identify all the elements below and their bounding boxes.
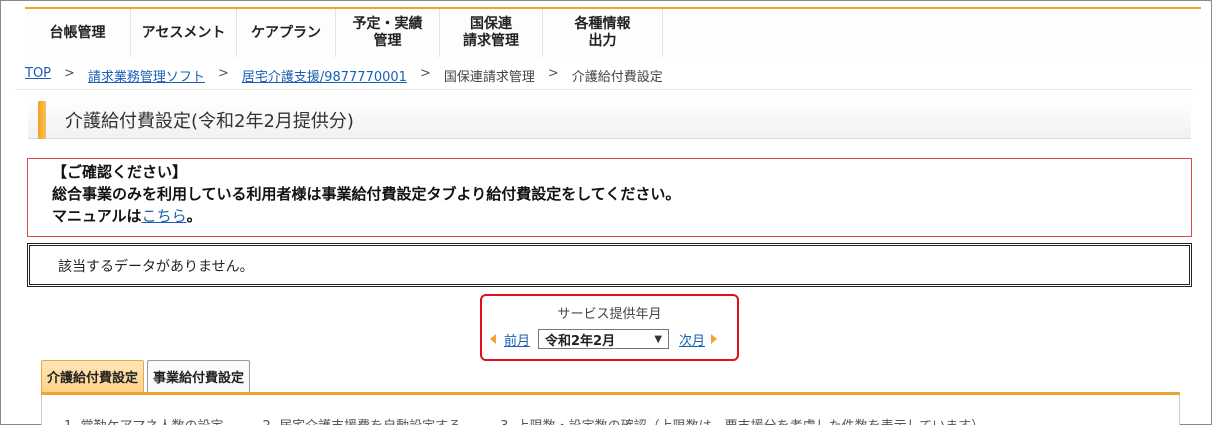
- chevron-down-icon: ▼: [654, 333, 663, 345]
- breadcrumb-top-link[interactable]: TOP: [25, 66, 51, 85]
- prev-month-link[interactable]: 前月: [504, 330, 530, 349]
- breadcrumb-divider: [15, 89, 1193, 90]
- next-month-link[interactable]: 次月: [679, 330, 705, 349]
- notice-message: 総合事業のみを利用している利用者様は事業給付費設定タブより給付費設定をしてくださ…: [52, 185, 681, 203]
- notice-box: 【ご確認ください】 総合事業のみを利用している利用者様は事業給付費設定タブより給…: [27, 158, 1192, 237]
- tab-business-benefit-settings[interactable]: 事業給付費設定: [147, 360, 251, 392]
- nav-tab-careplan[interactable]: ケアプラン: [237, 9, 336, 57]
- page-title: 介護給付費設定(令和2年2月提供分): [65, 111, 354, 132]
- notice-manual-line: マニュアルはこちら。: [52, 205, 1191, 227]
- top-navigation: 台帳管理 アセスメント ケアプラン 予定・実績 管理 国保連 請求管理 各種情報…: [25, 7, 1201, 57]
- tab-care-benefit-settings[interactable]: 介護給付費設定: [41, 360, 145, 392]
- no-data-message: 該当するデータがありません。: [27, 243, 1192, 287]
- nav-tab-label: ケアプラン: [251, 24, 321, 41]
- tab-label: 介護給付費設定: [47, 371, 139, 386]
- manual-suffix: 。: [186, 207, 202, 225]
- nav-tab-label: 台帳管理: [49, 24, 106, 41]
- nav-tab-ledger[interactable]: 台帳管理: [25, 9, 131, 57]
- nav-tab-billing[interactable]: 国保連 請求管理: [440, 9, 543, 57]
- breadcrumb-separator: >: [419, 66, 431, 81]
- page-title-bar: 介護給付費設定(令和2年2月提供分): [28, 99, 1191, 139]
- manual-link[interactable]: こちら: [142, 207, 187, 225]
- title-accent-bar: [38, 101, 46, 139]
- next-arrow-icon[interactable]: [711, 334, 718, 344]
- breadcrumb-separator: >: [547, 66, 559, 81]
- breadcrumb: TOP > 請求業務管理ソフト > 居宅介護支援/9877770001 > 国保…: [25, 66, 663, 85]
- breadcrumb-billing-software-link[interactable]: 請求業務管理ソフト: [88, 66, 205, 85]
- nav-tab-label: アセスメント: [141, 24, 226, 41]
- nav-tab-label: 予定・実績 管理: [352, 16, 423, 49]
- notice-heading: 【ご確認ください】: [52, 163, 188, 181]
- app-window: 台帳管理 アセスメント ケアプラン 予定・実績 管理 国保連 請求管理 各種情報…: [0, 0, 1212, 425]
- tab-label: 事業給付費設定: [153, 371, 245, 386]
- tab-panel: 1. 常勤ケアマネ人数の設定 2. 居宅介護支援費を自動設定する 3. 上限数・…: [41, 395, 1180, 425]
- month-select[interactable]: 令和2年2月 ▼: [538, 329, 670, 349]
- month-selector-label: サービス提供年月: [557, 307, 662, 322]
- nav-tab-schedule[interactable]: 予定・実績 管理: [336, 9, 440, 57]
- breadcrumb-separator: >: [217, 66, 229, 81]
- manual-prefix: マニュアルは: [52, 207, 142, 225]
- breadcrumb-current: 介護給付費設定: [571, 70, 663, 85]
- breadcrumb-separator: >: [64, 66, 75, 81]
- breadcrumb-billing-management: 国保連請求管理: [443, 70, 535, 85]
- nav-tab-label: 各種情報 出力: [574, 16, 631, 49]
- steps-text: 1. 常勤ケアマネ人数の設定 2. 居宅介護支援費を自動設定する 3. 上限数・…: [64, 415, 984, 425]
- nav-tab-assessment[interactable]: アセスメント: [131, 9, 237, 57]
- month-select-value: 令和2年2月: [545, 333, 616, 349]
- nav-tab-output[interactable]: 各種情報 出力: [543, 9, 663, 57]
- prev-arrow-icon[interactable]: [490, 334, 496, 344]
- nav-tab-label: 国保連 請求管理: [463, 16, 519, 49]
- subtab-bar: 介護給付費設定 事業給付費設定: [41, 360, 251, 392]
- month-selector: サービス提供年月 前月 令和2年2月 ▼ 次月: [480, 294, 739, 361]
- breadcrumb-office-link[interactable]: 居宅介護支援/9877770001: [242, 66, 407, 85]
